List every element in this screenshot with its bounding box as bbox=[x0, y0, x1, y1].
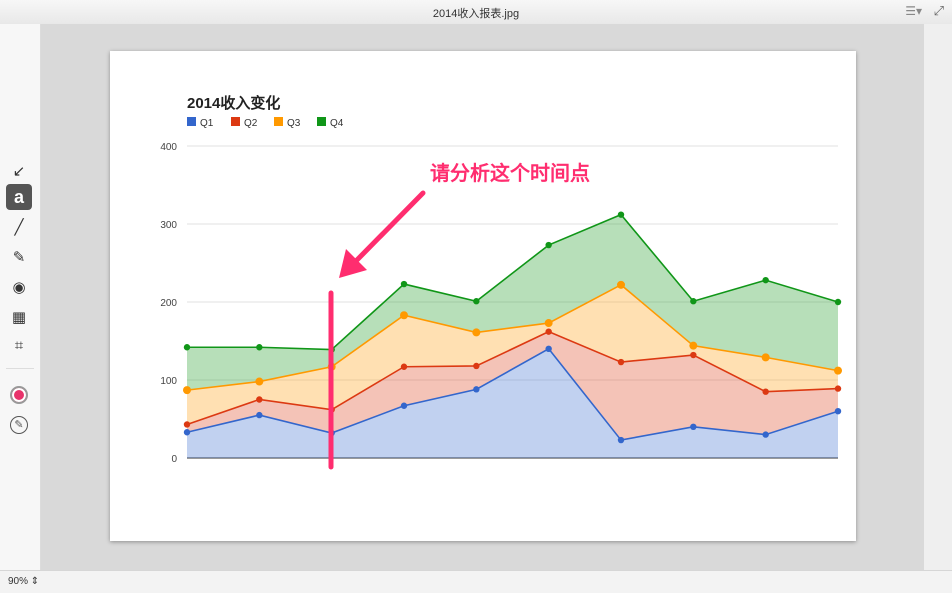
point-q4 bbox=[617, 211, 625, 218]
point-q4 bbox=[762, 276, 769, 284]
legend-label-q2: Q2 bbox=[244, 118, 258, 129]
y-tick-label: 300 bbox=[160, 220, 177, 231]
arrow-tool[interactable]: ↙ bbox=[6, 158, 32, 184]
point-q1 bbox=[834, 408, 842, 415]
annotation-text[interactable]: 请分析这个时间点 bbox=[429, 160, 592, 187]
pixelate-icon: ▦ bbox=[11, 309, 27, 326]
legend-swatch-q4 bbox=[317, 117, 326, 126]
eye-icon: ◉ bbox=[12, 279, 26, 296]
annotation-toolbar: ↙ a ╱ ✎ ◉ ▦ ⌗ ✎ bbox=[0, 24, 41, 570]
y-tick-label: 400 bbox=[160, 142, 177, 153]
point-q1 bbox=[256, 411, 263, 419]
line-tool[interactable]: ╱ bbox=[6, 214, 32, 240]
annotation-arrow-shaft[interactable] bbox=[353, 190, 426, 264]
y-tick-label: 200 bbox=[160, 298, 177, 309]
color-picker-button[interactable] bbox=[6, 382, 32, 408]
pixelate-tool[interactable]: ▦ bbox=[6, 304, 32, 330]
point-q4 bbox=[834, 298, 842, 306]
fullscreen-icon[interactable]: ⤢ bbox=[934, 3, 944, 19]
point-q4 bbox=[473, 298, 480, 305]
chart-title: 2014收入变化 bbox=[187, 94, 280, 112]
point-q2 bbox=[183, 421, 191, 428]
image-canvas: 2014收入变化 Q1 Q2 Q3 Q4 0 100 200 300 400 请分析这个时间点 bbox=[41, 24, 924, 570]
point-q4 bbox=[183, 344, 191, 351]
arrow-icon: ↙ bbox=[12, 163, 26, 180]
list-menu-icon[interactable]: ☰▾ bbox=[905, 4, 922, 18]
legend-label-q4: Q4 bbox=[330, 118, 344, 129]
pencil-circle-icon: ✎ bbox=[10, 416, 28, 434]
pen-icon: ✎ bbox=[12, 249, 26, 266]
point-q4 bbox=[690, 298, 697, 305]
point-q1 bbox=[183, 429, 191, 436]
line-icon: ╱ bbox=[14, 219, 24, 236]
point-q1 bbox=[400, 402, 408, 409]
point-q3 bbox=[255, 377, 264, 386]
point-q2 bbox=[762, 388, 769, 395]
point-q3 bbox=[689, 341, 698, 350]
legend-label-q1: Q1 bbox=[200, 118, 214, 129]
zoom-level[interactable]: 90% ⇕ bbox=[8, 576, 39, 587]
point-q4 bbox=[545, 241, 552, 249]
legend-swatch-q2 bbox=[231, 117, 240, 126]
point-q1 bbox=[617, 436, 625, 444]
point-q1 bbox=[545, 345, 552, 352]
point-q2 bbox=[473, 362, 480, 370]
area-chart: 2014收入变化 Q1 Q2 Q3 Q4 0 100 200 300 400 请分析这个时间点 bbox=[160, 94, 842, 470]
point-q3 bbox=[544, 319, 553, 328]
point-q3 bbox=[183, 386, 191, 395]
point-q1 bbox=[762, 431, 769, 438]
point-q3 bbox=[834, 366, 842, 375]
toolbar-divider bbox=[6, 368, 34, 369]
point-q4 bbox=[400, 280, 408, 288]
text-icon: a bbox=[13, 186, 24, 207]
crop-icon: ⌗ bbox=[14, 336, 24, 354]
point-q1 bbox=[690, 423, 697, 430]
image-paper: 2014收入变化 Q1 Q2 Q3 Q4 0 100 200 300 400 请分析这个时间点 bbox=[110, 51, 856, 541]
style-edit-button[interactable]: ✎ bbox=[6, 412, 32, 438]
title-bar: 2014收入报表.jpg ☰▾ ⤢ bbox=[0, 0, 952, 25]
chart-legend: Q1 Q2 Q3 Q4 bbox=[187, 117, 344, 129]
highlight-tool[interactable]: ◉ bbox=[6, 274, 32, 300]
zoom-value: 90% bbox=[8, 576, 29, 587]
status-bar: 90% ⇕ bbox=[0, 570, 952, 593]
color-swatch bbox=[10, 386, 28, 404]
window-title: 2014收入报表.jpg bbox=[432, 8, 520, 20]
point-q3 bbox=[617, 280, 625, 289]
point-q1 bbox=[473, 386, 480, 393]
side-margin bbox=[924, 24, 952, 570]
y-tick-label: 0 bbox=[171, 454, 177, 465]
legend-label-q3: Q3 bbox=[287, 118, 301, 129]
point-q2 bbox=[545, 328, 552, 335]
legend-swatch-q3 bbox=[274, 117, 283, 126]
crop-tool[interactable]: ⌗ bbox=[6, 332, 32, 358]
y-tick-label: 100 bbox=[160, 376, 177, 387]
legend-swatch-q1 bbox=[187, 117, 196, 126]
point-q4 bbox=[256, 344, 263, 351]
text-tool[interactable]: a bbox=[6, 184, 32, 210]
point-q3 bbox=[472, 328, 481, 337]
point-q2 bbox=[400, 363, 408, 370]
pen-tool[interactable]: ✎ bbox=[6, 244, 32, 270]
point-q3 bbox=[400, 311, 408, 320]
point-q2 bbox=[834, 385, 842, 392]
point-q2 bbox=[690, 351, 697, 359]
point-q2 bbox=[256, 396, 263, 403]
point-q3 bbox=[761, 353, 770, 362]
point-q2 bbox=[617, 358, 625, 366]
